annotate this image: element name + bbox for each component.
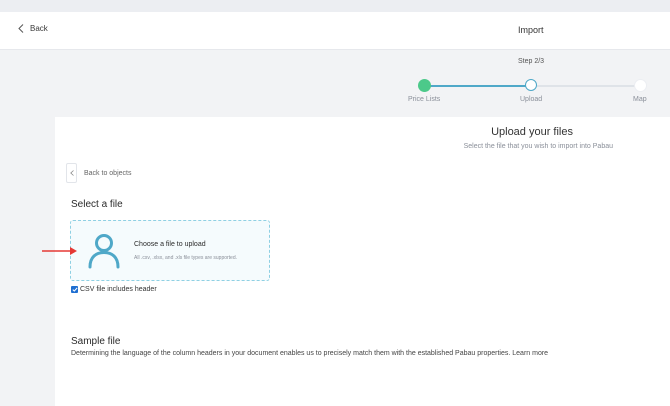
back-to-objects-button[interactable]: Back to objects (66, 163, 131, 183)
back-label: Back (30, 24, 48, 33)
dropzone-title: Choose a file to upload (134, 241, 206, 248)
step-label-map: Map (633, 96, 647, 103)
learn-more-link[interactable]: Learn more (512, 350, 548, 357)
sample-file-description: Determining the language of the column h… (71, 350, 548, 357)
stepper-line-pending (532, 85, 640, 87)
upload-subtitle: Select the file that you wish to import … (463, 143, 613, 150)
select-file-heading: Select a file (71, 199, 123, 210)
file-dropzone[interactable]: Choose a file to upload All .csv, .xlsx,… (70, 220, 270, 281)
csv-header-label: CSV file includes header (80, 286, 157, 293)
back-to-objects-label: Back to objects (84, 169, 132, 177)
csv-header-checkbox[interactable]: CSV file includes header (71, 286, 157, 293)
checkbox-checked-icon (71, 286, 78, 293)
step-indicator: Step 2/3 (518, 58, 545, 65)
step-dot-map (634, 79, 647, 92)
step-dot-upload (525, 79, 537, 91)
dropzone-subtitle: All .csv, .xlsx, and .xls file types are… (134, 255, 238, 261)
upload-title: Upload your files (491, 126, 573, 138)
back-button[interactable]: Back (18, 24, 48, 33)
top-strip (0, 0, 670, 12)
sample-file-heading: Sample file (71, 336, 121, 347)
step-label-price-lists: Price Lists (408, 96, 441, 103)
arrow-right-icon (42, 247, 77, 255)
step-label-upload: Upload (520, 96, 543, 103)
top-bar: Back Import (0, 12, 670, 50)
user-icon (88, 234, 120, 269)
sample-description-text: Determining the language of the column h… (71, 350, 511, 357)
stepper-line-completed (424, 85, 532, 87)
chevron-left-icon (66, 163, 77, 183)
step-dot-price-lists (418, 79, 431, 92)
chevron-left-icon (18, 24, 24, 33)
stepper: Price Lists Upload Map (0, 78, 670, 108)
page-title: Import (518, 25, 544, 35)
